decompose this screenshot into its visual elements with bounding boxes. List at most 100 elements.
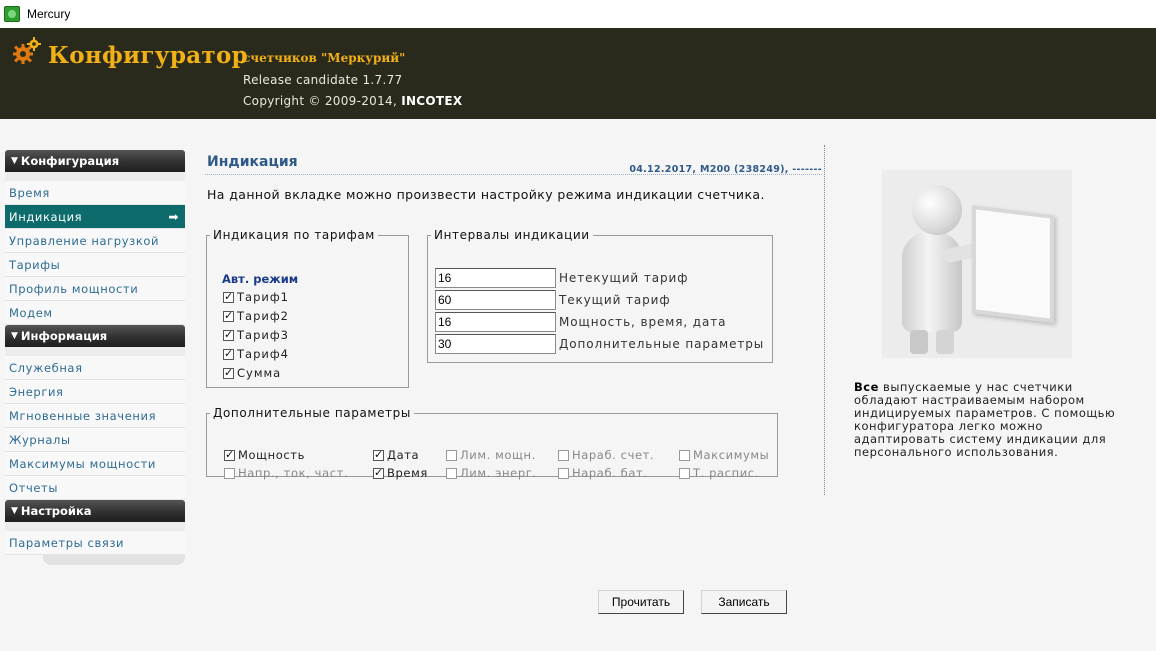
- sidebar-item-label: Индикация: [9, 209, 83, 224]
- power-time-date-input[interactable]: [435, 312, 556, 332]
- checkbox-box[interactable]: [373, 448, 384, 461]
- checkbox-box[interactable]: [224, 467, 235, 479]
- tariff3-checkbox[interactable]: Тариф3: [223, 328, 289, 342]
- sidebar-item-tariffs[interactable]: Тарифы: [5, 253, 185, 277]
- indication-intervals-group: Интервалы индикации Нетекущий тариф Теку…: [427, 228, 773, 363]
- checkbox-box[interactable]: [446, 449, 457, 461]
- sidebar-item-modem[interactable]: Модем: [5, 301, 185, 325]
- maximums-checkbox[interactable]: Максимумы: [679, 448, 769, 462]
- tariff1-checkbox[interactable]: Тариф1: [223, 290, 289, 304]
- checkbox-label: Лим. энерг.: [460, 466, 537, 480]
- sidebar-item-power-maximums[interactable]: Максимумы мощности: [5, 452, 185, 476]
- sidebar-item-load-control[interactable]: Управление нагрузкой: [5, 229, 185, 253]
- checkbox-label: Время: [387, 466, 428, 480]
- tariff-schedule-checkbox[interactable]: Т. распис.: [679, 466, 759, 480]
- title-bar: Mercury: [0, 0, 1156, 28]
- read-button[interactable]: Прочитать: [598, 590, 684, 614]
- checkbox-label: Нараб. счет.: [572, 448, 655, 462]
- tariff-indication-group: Индикация по тарифам Авт. режим Тариф1 Т…: [206, 228, 409, 388]
- promo-bold: Все: [854, 380, 879, 394]
- date-checkbox[interactable]: Дата: [373, 448, 419, 462]
- sidebar-spacer: [5, 172, 185, 181]
- additional-params-group: Дополнительные параметры Мощность Дата Л…: [206, 406, 778, 480]
- promo-text: Все выпускаемые у нас счетчики обладают …: [854, 381, 1124, 459]
- sidebar-group-label: Информация: [20, 329, 108, 343]
- checkbox-label: Мощность: [238, 448, 305, 462]
- checkbox-box[interactable]: [223, 366, 234, 379]
- app-subtitle: счетчиков "Меркурий": [243, 51, 406, 65]
- copyright-prefix: Copyright © 2009-2014,: [243, 94, 402, 108]
- checkbox-box[interactable]: [679, 467, 690, 479]
- battery-runtime-checkbox[interactable]: Нараб. бат.: [558, 466, 648, 480]
- checkbox-label: Сумма: [237, 366, 282, 380]
- sidebar-item-instant-values[interactable]: Мгновенные значения: [5, 404, 185, 428]
- vertical-divider: [824, 145, 825, 495]
- sidebar-group-configuration[interactable]: ▼ Конфигурация: [5, 150, 185, 172]
- sidebar-item-service[interactable]: Служебная: [5, 356, 185, 380]
- checkbox-box[interactable]: [223, 309, 234, 322]
- sum-checkbox[interactable]: Сумма: [223, 366, 281, 380]
- interval-row-noncurrent: Нетекущий тариф: [435, 268, 688, 288]
- sidebar-spacer: [5, 522, 185, 531]
- triangle-down-icon: ▼: [11, 506, 18, 516]
- title-divider: [205, 174, 822, 175]
- figure-leg: [936, 330, 954, 354]
- checkbox-box[interactable]: [679, 449, 690, 461]
- checkbox-box[interactable]: [446, 467, 457, 479]
- arrow-right-icon: ➡: [168, 209, 179, 224]
- tariff2-checkbox[interactable]: Тариф2: [223, 309, 289, 323]
- sidebar-item-time[interactable]: Время: [5, 181, 185, 205]
- blank-board: [972, 204, 1054, 324]
- interval-label: Текущий тариф: [559, 293, 671, 307]
- checkbox-box[interactable]: [223, 328, 234, 341]
- company-name: INCOTEX: [401, 94, 463, 108]
- checkbox-box[interactable]: [558, 449, 569, 461]
- sidebar-group-settings[interactable]: ▼ Настройка: [5, 500, 185, 522]
- sidebar: ▼ Конфигурация Время Индикация ➡ Управлени…: [5, 150, 185, 565]
- checkbox-box[interactable]: [558, 467, 569, 479]
- meter-runtime-checkbox[interactable]: Нараб. счет.: [558, 448, 654, 462]
- checkbox-box[interactable]: [223, 347, 234, 360]
- energy-limit-checkbox[interactable]: Лим. энерг.: [446, 466, 537, 480]
- group-legend: Дополнительные параметры: [213, 406, 411, 420]
- sidebar-item-indication[interactable]: Индикация ➡: [5, 205, 185, 229]
- sidebar-item-power-profile[interactable]: Профиль мощности: [5, 277, 185, 301]
- power-checkbox[interactable]: Мощность: [224, 448, 305, 462]
- sidebar-group-label: Конфигурация: [20, 154, 120, 168]
- write-button[interactable]: Записать: [701, 590, 787, 614]
- time-checkbox[interactable]: Время: [373, 466, 428, 480]
- interval-row-additional: Дополнительные параметры: [435, 334, 764, 354]
- checkbox-label: Т. распис.: [693, 466, 759, 480]
- sidebar-item-energy[interactable]: Энергия: [5, 380, 185, 404]
- voltage-current-freq-checkbox[interactable]: Напр., ток, част.: [224, 466, 348, 480]
- tariff4-checkbox[interactable]: Тариф4: [223, 347, 289, 361]
- power-limit-checkbox[interactable]: Лим. мощн.: [446, 448, 536, 462]
- checkbox-box[interactable]: [223, 290, 234, 303]
- sidebar-item-connection-params[interactable]: Параметры связи: [5, 531, 185, 555]
- sidebar-item-reports[interactable]: Отчеты: [5, 476, 185, 500]
- interval-row-current: Текущий тариф: [435, 290, 671, 310]
- sidebar-group-information[interactable]: ▼ Информация: [5, 325, 185, 347]
- page-title: Индикация: [207, 154, 298, 170]
- sidebar-item-journals[interactable]: Журналы: [5, 428, 185, 452]
- checkbox-label: Дата: [387, 448, 420, 462]
- app-window: Mercury Конфигуратор счетчиков "Меркурий…: [0, 0, 1156, 651]
- checkbox-box[interactable]: [373, 466, 384, 479]
- checkbox-label: Лим. мощн.: [460, 448, 536, 462]
- checkbox-box[interactable]: [224, 448, 235, 461]
- checkbox-label: Напр., ток, част.: [238, 466, 349, 480]
- noncurrent-tariff-input[interactable]: [435, 268, 556, 288]
- current-tariff-input[interactable]: [435, 290, 556, 310]
- figure-leg: [910, 330, 928, 354]
- auto-mode-label: Авт. режим: [222, 272, 299, 286]
- additional-params-input[interactable]: [435, 334, 556, 354]
- checkbox-label: Тариф4: [237, 347, 289, 361]
- triangle-down-icon: ▼: [11, 331, 18, 341]
- illustration: [882, 170, 1072, 358]
- interval-label: Дополнительные параметры: [559, 337, 765, 351]
- sidebar-footer: [43, 555, 185, 565]
- promo-body: выпускаемые у нас счетчики обладают наст…: [854, 380, 1116, 459]
- app-brand: Конфигуратор: [48, 42, 248, 69]
- group-legend: Индикация по тарифам: [213, 228, 375, 242]
- copyright: Copyright © 2009-2014, INCOTEX: [243, 94, 462, 108]
